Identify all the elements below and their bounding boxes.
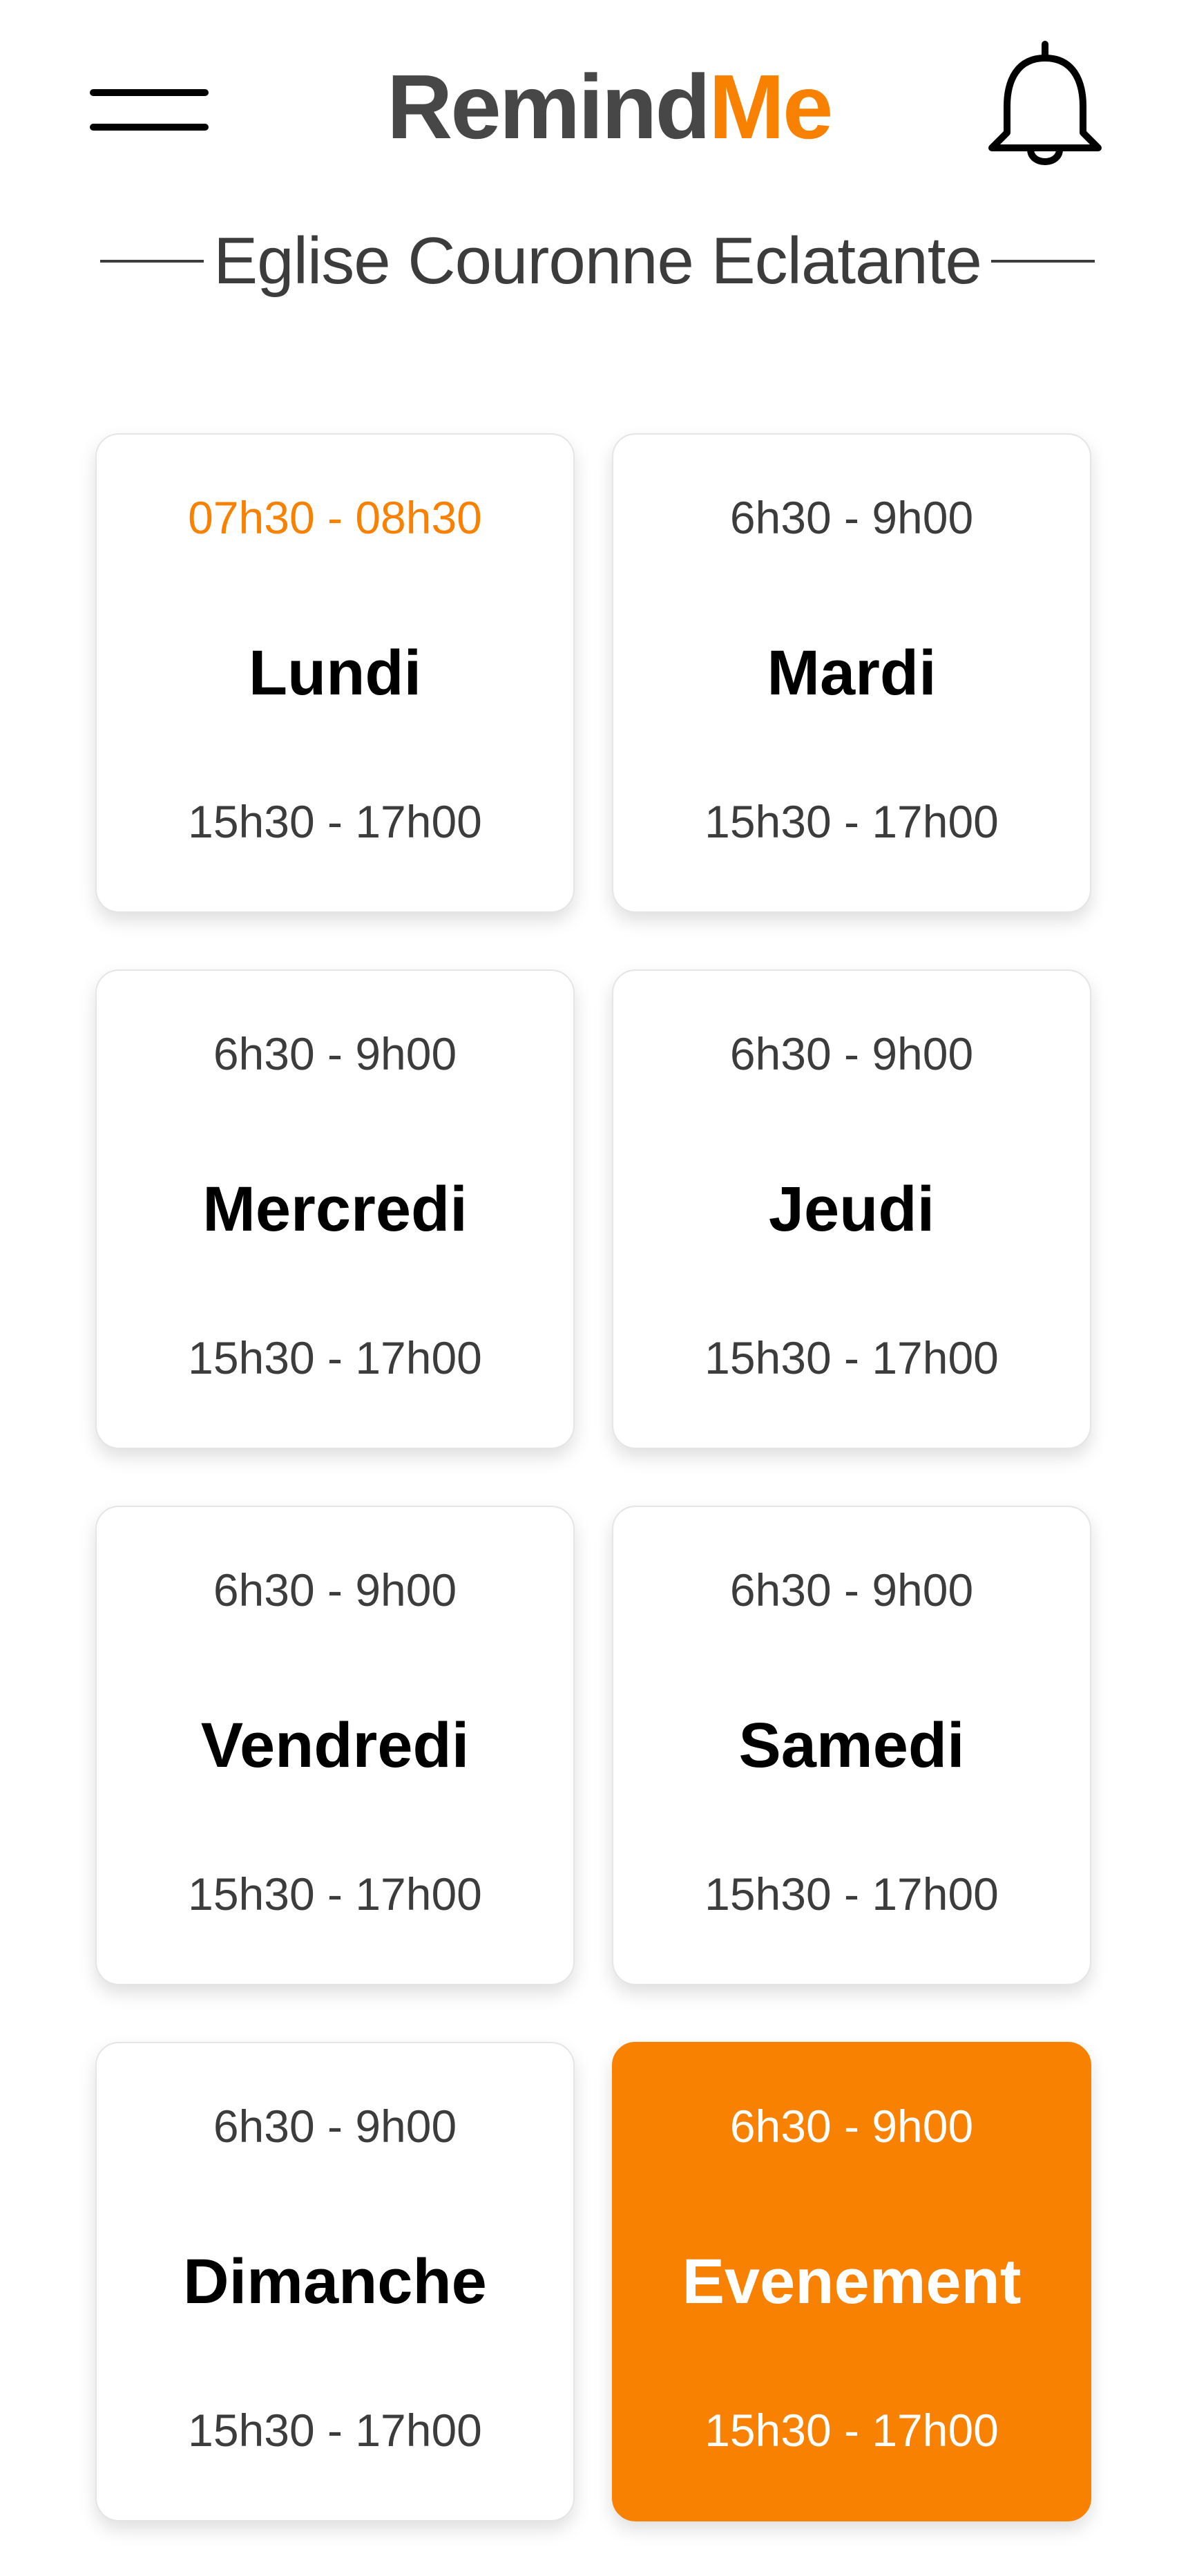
morning-time: 6h30 - 9h00 bbox=[213, 1028, 457, 1079]
hamburger-menu-icon[interactable] bbox=[90, 58, 214, 162]
morning-time: 07h30 - 08h30 bbox=[188, 492, 482, 543]
day-card-jeudi[interactable]: 6h30 - 9h00 Jeudi 15h30 - 17h00 bbox=[612, 969, 1091, 1449]
app-screen: RemindMe Eglise Couronne Eclatante 07h30… bbox=[0, 0, 1188, 2576]
church-name-row: Eglise Couronne Eclatante bbox=[100, 220, 1095, 303]
morning-time: 6h30 - 9h00 bbox=[213, 1564, 457, 1616]
day-card-dimanche[interactable]: 6h30 - 9h00 Dimanche 15h30 - 17h00 bbox=[95, 2042, 575, 2521]
morning-time: 6h30 - 9h00 bbox=[729, 492, 974, 543]
day-card-samedi[interactable]: 6h30 - 9h00 Samedi 15h30 - 17h00 bbox=[612, 1506, 1091, 1985]
day-name: Mardi bbox=[767, 638, 937, 708]
afternoon-time: 15h30 - 17h00 bbox=[705, 796, 999, 847]
morning-time: 6h30 - 9h00 bbox=[213, 2101, 457, 2152]
menu-bar-top bbox=[90, 89, 209, 96]
day-name: Jeudi bbox=[768, 1174, 935, 1244]
app-title-remind: Remind bbox=[387, 56, 711, 158]
bell-icon[interactable] bbox=[979, 37, 1111, 176]
afternoon-time: 15h30 - 17h00 bbox=[188, 1868, 482, 1920]
afternoon-time: 15h30 - 17h00 bbox=[705, 2405, 999, 2456]
divider-left bbox=[100, 260, 204, 263]
event-card[interactable]: 6h30 - 9h00 Evenement 15h30 - 17h00 bbox=[612, 2042, 1091, 2521]
afternoon-time: 15h30 - 17h00 bbox=[705, 1868, 999, 1920]
morning-time: 6h30 - 9h00 bbox=[729, 2101, 974, 2152]
afternoon-time: 15h30 - 17h00 bbox=[705, 1332, 999, 1383]
church-name: Eglise Couronne Eclatante bbox=[213, 224, 982, 298]
days-grid: 07h30 - 08h30 Lundi 15h30 - 17h00 6h30 -… bbox=[95, 433, 1091, 2521]
afternoon-time: 15h30 - 17h00 bbox=[188, 2405, 482, 2456]
afternoon-time: 15h30 - 17h00 bbox=[188, 796, 482, 847]
app-header: RemindMe bbox=[0, 0, 1188, 221]
day-name: Vendredi bbox=[200, 1710, 470, 1781]
day-card-vendredi[interactable]: 6h30 - 9h00 Vendredi 15h30 - 17h00 bbox=[95, 1506, 575, 1985]
day-card-mardi[interactable]: 6h30 - 9h00 Mardi 15h30 - 17h00 bbox=[612, 433, 1091, 913]
morning-time: 6h30 - 9h00 bbox=[729, 1564, 974, 1616]
day-card-lundi[interactable]: 07h30 - 08h30 Lundi 15h30 - 17h00 bbox=[95, 433, 575, 913]
morning-time: 6h30 - 9h00 bbox=[729, 1028, 974, 1079]
app-title: RemindMe bbox=[387, 55, 833, 159]
menu-bar-bottom bbox=[90, 124, 209, 131]
day-name: Samedi bbox=[738, 1710, 965, 1781]
afternoon-time: 15h30 - 17h00 bbox=[188, 1332, 482, 1383]
day-name: Dimanche bbox=[183, 2246, 487, 2317]
bell-icon-graphic bbox=[988, 41, 1102, 165]
app-title-me: Me bbox=[709, 56, 833, 158]
divider-right bbox=[991, 260, 1095, 263]
day-name: Mercredi bbox=[202, 1174, 468, 1244]
day-card-mercredi[interactable]: 6h30 - 9h00 Mercredi 15h30 - 17h00 bbox=[95, 969, 575, 1449]
event-name: Evenement bbox=[682, 2246, 1022, 2317]
day-name: Lundi bbox=[248, 638, 422, 708]
